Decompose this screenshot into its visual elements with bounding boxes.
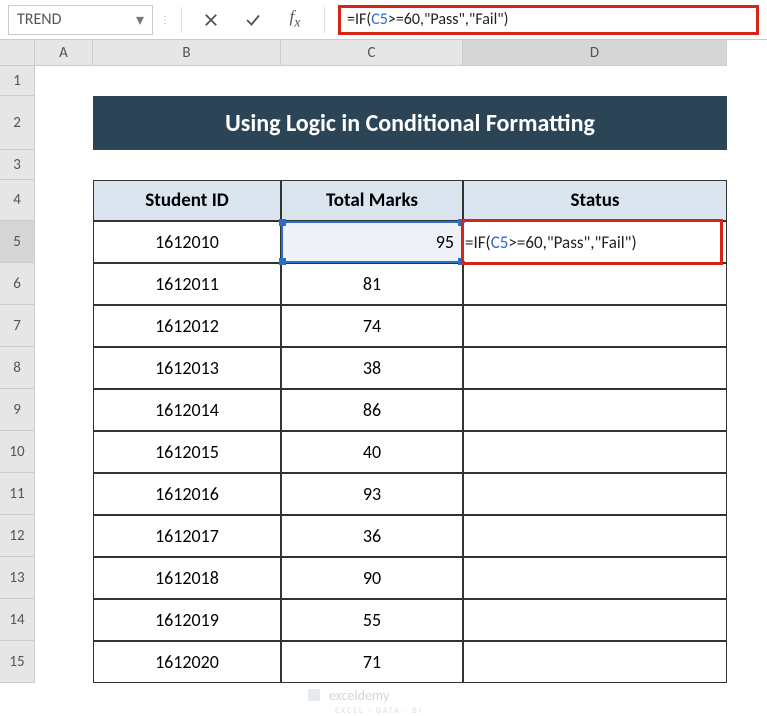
table-cell[interactable] [463, 347, 727, 389]
formula-input[interactable]: =IF(C5>=60,"Pass","Fail") [338, 5, 759, 35]
select-all-corner[interactable] [0, 40, 35, 66]
logo-icon [305, 686, 323, 704]
row-header[interactable]: 14 [0, 599, 34, 641]
table-cell[interactable] [463, 305, 727, 347]
formula-ref: C5 [371, 10, 388, 29]
confirm-button[interactable] [232, 1, 274, 39]
table-cell[interactable]: 1612013 [93, 347, 281, 389]
divider [181, 7, 182, 33]
row-header[interactable]: 8 [0, 347, 34, 389]
formula-bar: TREND ▾ ⋮ fx =IF(C5>=60,"Pass","Fail") [0, 0, 767, 40]
formula-text: >=60,"Pass","Fail") [388, 10, 509, 29]
table-cell[interactable]: 1612010 [93, 221, 281, 263]
fx-icon: fx [289, 7, 300, 31]
column-header[interactable]: B [93, 40, 281, 65]
col-header-student-id: Student ID [93, 180, 281, 221]
table-cell[interactable]: 1612020 [93, 641, 281, 683]
row-header[interactable]: 5 [0, 221, 34, 263]
chevron-down-icon[interactable]: ▾ [136, 10, 144, 30]
table-cell[interactable]: 1612015 [93, 431, 281, 473]
table-cell[interactable]: 1612014 [93, 389, 281, 431]
table-cell[interactable]: 71 [281, 641, 463, 683]
table-cell[interactable] [463, 431, 727, 473]
name-box[interactable]: TREND ▾ [8, 5, 153, 35]
table-cell[interactable] [463, 515, 727, 557]
table-cell[interactable]: 1612011 [93, 263, 281, 305]
table-cell[interactable]: 86 [281, 389, 463, 431]
table-cell[interactable]: 74 [281, 305, 463, 347]
formula-ref: C5 [491, 232, 509, 253]
table-cell[interactable]: 1612019 [93, 599, 281, 641]
insert-function-button[interactable]: fx [274, 1, 316, 39]
table-cell[interactable]: 95 [281, 221, 463, 263]
table-cell[interactable]: 1612017 [93, 515, 281, 557]
check-icon [244, 11, 262, 29]
watermark-text: exceldemy [329, 687, 389, 704]
formula-text: =IF( [465, 232, 491, 253]
column-header[interactable]: A [35, 40, 93, 65]
cell-edit-overlay[interactable]: =IF(C5>=60,"Pass","Fail") [463, 223, 718, 261]
close-icon [202, 11, 220, 29]
column-header[interactable]: D [463, 40, 727, 65]
row-header[interactable]: 12 [0, 515, 34, 557]
table-cell[interactable]: 90 [281, 557, 463, 599]
col-header-total-marks: Total Marks [281, 180, 463, 221]
row-header[interactable]: 1 [0, 66, 34, 96]
table-cell[interactable]: 1612018 [93, 557, 281, 599]
table-cell[interactable]: 40 [281, 431, 463, 473]
row-header[interactable]: 11 [0, 473, 34, 515]
watermark: exceldemy [305, 686, 389, 704]
formula-text: >=60,"Pass","Fail") [508, 232, 636, 253]
name-box-value: TREND [17, 10, 61, 29]
row-header[interactable]: 13 [0, 557, 34, 599]
table-cell[interactable]: 93 [281, 473, 463, 515]
watermark-subtitle: EXCEL · DATA · BI [335, 706, 423, 716]
row-header[interactable]: 3 [0, 150, 34, 180]
page-title: Using Logic in Conditional Formatting [93, 96, 727, 150]
row-headers: 1 2 3 4 5 6 7 8 9 10 11 12 13 14 15 [0, 66, 35, 683]
table-cell[interactable] [463, 641, 727, 683]
handle-dots-icon: ⋮ [158, 13, 173, 26]
formula-text: =IF( [347, 10, 371, 29]
row-header[interactable]: 9 [0, 389, 34, 431]
table-cell[interactable] [463, 389, 727, 431]
column-header[interactable]: C [281, 40, 463, 65]
table-cell[interactable] [463, 557, 727, 599]
table-cell[interactable]: 1612016 [93, 473, 281, 515]
table-cell[interactable]: 38 [281, 347, 463, 389]
cancel-button[interactable] [190, 1, 232, 39]
table-cell[interactable] [463, 599, 727, 641]
table-cell[interactable]: 1612012 [93, 305, 281, 347]
table-cell[interactable] [463, 473, 727, 515]
col-header-status: Status [463, 180, 727, 221]
table-cell[interactable] [463, 263, 727, 305]
row-header[interactable]: 2 [0, 96, 34, 150]
row-header[interactable]: 6 [0, 263, 34, 305]
row-header[interactable]: 7 [0, 305, 34, 347]
row-header[interactable]: 15 [0, 641, 34, 683]
table-cell[interactable]: 36 [281, 515, 463, 557]
divider [324, 7, 325, 33]
row-header[interactable]: 10 [0, 431, 34, 473]
table-cell[interactable]: 55 [281, 599, 463, 641]
table-cell[interactable]: 81 [281, 263, 463, 305]
column-headers: A B C D [35, 40, 727, 66]
row-header[interactable]: 4 [0, 180, 34, 221]
spreadsheet-grid: A B C D 1 2 3 4 5 6 7 8 9 10 11 12 13 14 [0, 40, 767, 698]
cells-area[interactable]: Using Logic in Conditional Formatting St… [35, 66, 727, 683]
